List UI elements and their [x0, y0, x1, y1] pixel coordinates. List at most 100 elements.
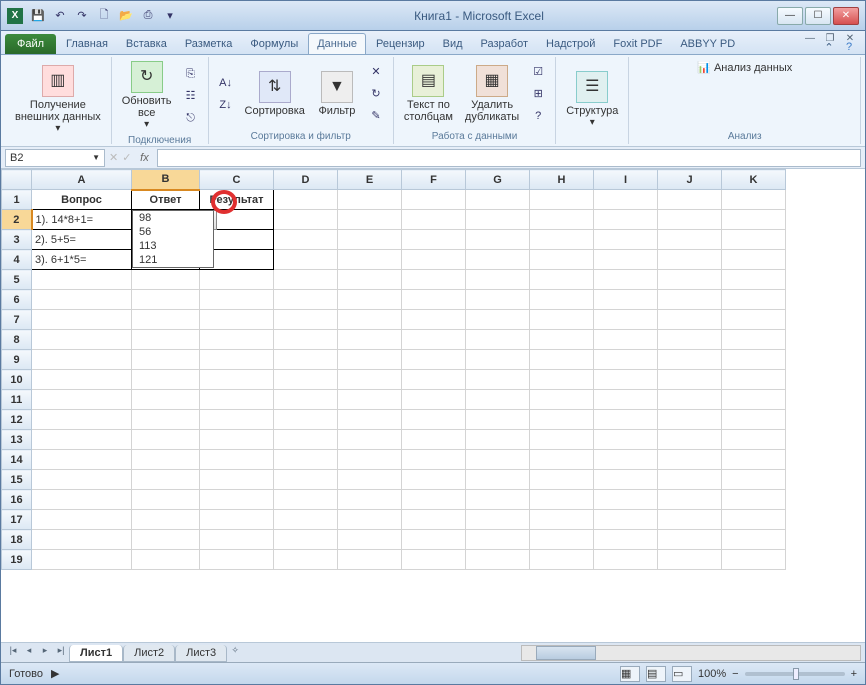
tab-nav-prev[interactable]: ◂	[21, 645, 37, 661]
cell-H11[interactable]	[530, 390, 594, 410]
cell-H19[interactable]	[530, 550, 594, 570]
cell-A13[interactable]	[32, 430, 132, 450]
cell-K17[interactable]	[722, 510, 786, 530]
pagebreak-view-button[interactable]: ▭	[672, 666, 692, 682]
cell-F9[interactable]	[402, 350, 466, 370]
cell-G19[interactable]	[466, 550, 530, 570]
cell-C18[interactable]	[200, 530, 274, 550]
cell-K8[interactable]	[722, 330, 786, 350]
cell-G12[interactable]	[466, 410, 530, 430]
row-header-17[interactable]: 17	[2, 510, 32, 530]
col-header-C[interactable]: C	[200, 170, 274, 190]
cell-I9[interactable]	[594, 350, 658, 370]
cell-J18[interactable]	[658, 530, 722, 550]
cell-C10[interactable]	[200, 370, 274, 390]
row-header-3[interactable]: 3	[2, 230, 32, 250]
cell-I1[interactable]	[594, 190, 658, 210]
cell-I13[interactable]	[594, 430, 658, 450]
cell-G6[interactable]	[466, 290, 530, 310]
select-all-corner[interactable]	[2, 170, 32, 190]
cell-H16[interactable]	[530, 490, 594, 510]
cell-B17[interactable]	[132, 510, 200, 530]
tab-Разметка[interactable]: Разметка	[177, 34, 241, 54]
cell-I19[interactable]	[594, 550, 658, 570]
cell-I8[interactable]	[594, 330, 658, 350]
cell-C1[interactable]: Результат	[200, 190, 274, 210]
cell-B15[interactable]	[132, 470, 200, 490]
qat-new[interactable]: 🗋	[94, 6, 114, 26]
qat-customize[interactable]: ▾	[160, 6, 180, 26]
clear-filter-button[interactable]: ✕	[365, 62, 387, 82]
cell-J12[interactable]	[658, 410, 722, 430]
cell-E14[interactable]	[338, 450, 402, 470]
cell-C12[interactable]	[200, 410, 274, 430]
cell-B16[interactable]	[132, 490, 200, 510]
cell-G11[interactable]	[466, 390, 530, 410]
cell-K12[interactable]	[722, 410, 786, 430]
cell-D19[interactable]	[274, 550, 338, 570]
cell-G3[interactable]	[466, 230, 530, 250]
normal-view-button[interactable]: ▦	[620, 666, 640, 682]
cell-I4[interactable]	[594, 250, 658, 270]
cell-C16[interactable]	[200, 490, 274, 510]
cell-C15[interactable]	[200, 470, 274, 490]
zoom-level[interactable]: 100%	[698, 668, 726, 680]
col-header-D[interactable]: D	[274, 170, 338, 190]
cell-C5[interactable]	[200, 270, 274, 290]
cell-F12[interactable]	[402, 410, 466, 430]
new-sheet-button[interactable]: ✧	[227, 645, 243, 661]
col-header-E[interactable]: E	[338, 170, 402, 190]
cell-J10[interactable]	[658, 370, 722, 390]
data-validation-button[interactable]: ☑	[527, 62, 549, 82]
cell-F3[interactable]	[402, 230, 466, 250]
cell-F6[interactable]	[402, 290, 466, 310]
cell-D11[interactable]	[274, 390, 338, 410]
cell-K2[interactable]	[722, 210, 786, 230]
row-header-9[interactable]: 9	[2, 350, 32, 370]
cell-K1[interactable]	[722, 190, 786, 210]
cell-D18[interactable]	[274, 530, 338, 550]
cell-F19[interactable]	[402, 550, 466, 570]
cell-I10[interactable]	[594, 370, 658, 390]
cell-J13[interactable]	[658, 430, 722, 450]
advanced-button[interactable]: ✎	[365, 106, 387, 126]
formula-bar[interactable]	[157, 149, 861, 167]
cell-H15[interactable]	[530, 470, 594, 490]
cell-A6[interactable]	[32, 290, 132, 310]
cell-J14[interactable]	[658, 450, 722, 470]
tab-Данные[interactable]: Данные	[308, 33, 366, 54]
cell-C14[interactable]	[200, 450, 274, 470]
cell-G9[interactable]	[466, 350, 530, 370]
tab-file[interactable]: Файл	[5, 34, 56, 54]
cell-I3[interactable]	[594, 230, 658, 250]
cell-J17[interactable]	[658, 510, 722, 530]
cell-H4[interactable]	[530, 250, 594, 270]
cell-G16[interactable]	[466, 490, 530, 510]
cell-H6[interactable]	[530, 290, 594, 310]
mdi-minimize[interactable]: —	[801, 33, 819, 49]
cell-G15[interactable]	[466, 470, 530, 490]
cell-G8[interactable]	[466, 330, 530, 350]
zoom-out-button[interactable]: −	[732, 668, 738, 680]
validation-dropdown[interactable]: 9856113121	[132, 210, 214, 268]
cell-E5[interactable]	[338, 270, 402, 290]
cell-E19[interactable]	[338, 550, 402, 570]
col-header-F[interactable]: F	[402, 170, 466, 190]
cell-I11[interactable]	[594, 390, 658, 410]
qat-save[interactable]: 💾	[28, 6, 48, 26]
cell-I6[interactable]	[594, 290, 658, 310]
cell-I14[interactable]	[594, 450, 658, 470]
cell-B5[interactable]	[132, 270, 200, 290]
cell-G4[interactable]	[466, 250, 530, 270]
whatif-button[interactable]: ?	[527, 106, 549, 126]
cell-G5[interactable]	[466, 270, 530, 290]
cell-J15[interactable]	[658, 470, 722, 490]
tab-Вставка[interactable]: Вставка	[118, 34, 175, 54]
cell-C9[interactable]	[200, 350, 274, 370]
cell-A1[interactable]: Вопрос	[32, 190, 132, 210]
consolidate-button[interactable]: ⊞	[527, 84, 549, 104]
tab-Формулы[interactable]: Формулы	[242, 34, 306, 54]
cell-E11[interactable]	[338, 390, 402, 410]
minimize-button[interactable]: —	[777, 7, 803, 25]
cell-C7[interactable]	[200, 310, 274, 330]
